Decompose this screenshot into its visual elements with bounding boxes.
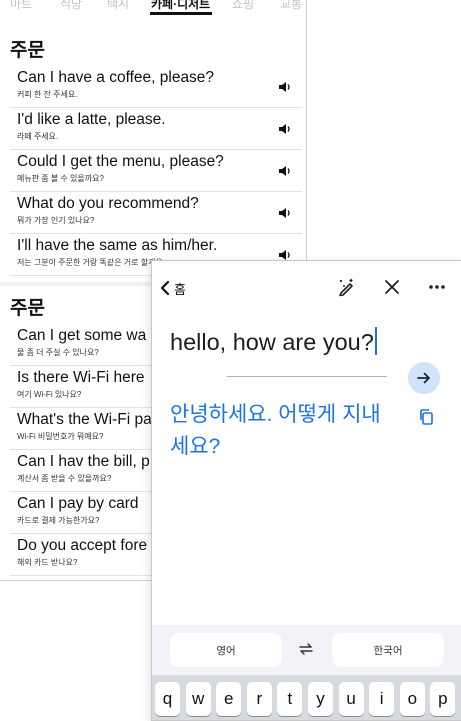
- tab-shopping[interactable]: 쇼핑: [232, 0, 254, 12]
- phrase-item[interactable]: Could I get the menu, please? 메뉴판 좀 볼 수 있…: [10, 150, 302, 192]
- speaker-button[interactable]: [278, 80, 292, 92]
- swap-arrows-icon: [299, 643, 313, 655]
- key-w[interactable]: w: [185, 682, 211, 716]
- speaker-button[interactable]: [278, 248, 292, 260]
- speaker-icon: [279, 124, 290, 134]
- phrase-korean: 카드로 결제 가능한가요?: [17, 516, 100, 525]
- key-e[interactable]: e: [216, 682, 242, 716]
- phrase-korean: 계산서 좀 받을 수 있을까요?: [17, 474, 112, 483]
- phrase-english: Could I get the menu, please?: [17, 153, 224, 170]
- tab-transport[interactable]: 교통: [280, 0, 302, 12]
- close-icon: [385, 280, 399, 294]
- phrase-english: What do you recommend?: [17, 195, 199, 212]
- back-button[interactable]: 홈: [158, 277, 186, 299]
- category-tabs: 마트 식당 택시 카페·디저트 쇼핑 교통: [0, 0, 306, 15]
- on-screen-keyboard: qwertyuiop: [152, 675, 461, 720]
- phrase-english: Can I hav the bill, p: [17, 453, 150, 470]
- source-text-input[interactable]: hello, how are you?: [170, 327, 377, 356]
- key-t[interactable]: t: [277, 682, 303, 716]
- more-button[interactable]: [426, 276, 448, 298]
- key-o[interactable]: o: [399, 682, 425, 716]
- speaker-icon: [279, 82, 290, 92]
- translate-button[interactable]: [408, 362, 440, 394]
- source-text: hello, how are you?: [170, 329, 374, 355]
- phrase-english: Can I have a coffee, please?: [17, 69, 215, 86]
- speaker-button[interactable]: [278, 164, 292, 176]
- phrase-korean: 뭐가 가장 인기 있나요?: [17, 216, 95, 225]
- key-p[interactable]: p: [430, 682, 456, 716]
- phrase-item[interactable]: What do you recommend? 뭐가 가장 인기 있나요?: [10, 192, 302, 234]
- key-r[interactable]: r: [246, 682, 272, 716]
- close-button[interactable]: [381, 276, 403, 298]
- tab-taxi[interactable]: 택시: [107, 0, 129, 12]
- back-label: 홈: [174, 281, 186, 297]
- phrase-korean: 물 좀 더 주실 수 있나요?: [17, 348, 99, 357]
- swap-languages-button[interactable]: [296, 639, 316, 659]
- phrase-korean: 메뉴판 좀 볼 수 있을까요?: [17, 174, 104, 183]
- phrase-korean: 해외 카드 받나요?: [17, 558, 78, 567]
- tab-mart[interactable]: 마트: [10, 0, 32, 12]
- phrase-item[interactable]: I'd like a latte, please. 라떼 주세요.: [10, 108, 302, 150]
- phrase-english: Do you accept fore: [17, 537, 148, 554]
- input-separator: [227, 376, 387, 377]
- speaker-button[interactable]: [278, 122, 292, 134]
- section-title: 주문: [10, 40, 45, 61]
- phrase-english: I'll have the same as him/her.: [17, 237, 218, 254]
- tab-cafe-dessert[interactable]: 카페·디저트: [151, 0, 210, 12]
- key-y[interactable]: y: [308, 682, 333, 716]
- copy-icon: [420, 409, 433, 425]
- translated-text: 안녕하세요. 어떻게 지내세요?: [170, 403, 381, 458]
- more-icon: [429, 285, 445, 289]
- translator-header: 홈: [152, 261, 461, 311]
- active-tab-indicator: [150, 12, 212, 15]
- pen-sparkle-icon: [339, 279, 353, 297]
- key-u[interactable]: u: [338, 682, 364, 716]
- language-bar: 영어 한국어: [152, 625, 461, 675]
- translator-panel: 홈 hello, how are you? 안녕하세요. 어떻게 지내세요? 영…: [151, 260, 461, 721]
- phrase-korean: Wi-Fi 비밀번호가 뭐예요?: [17, 432, 104, 441]
- source-language-button[interactable]: 영어: [170, 633, 282, 667]
- speaker-icon: [279, 166, 290, 176]
- key-q[interactable]: q: [155, 682, 180, 716]
- speaker-button[interactable]: [278, 206, 292, 218]
- phrase-korean: 라떼 주세요.: [17, 132, 59, 141]
- copy-button[interactable]: [418, 408, 434, 426]
- phrase-english: I'd like a latte, please.: [17, 111, 166, 128]
- phrase-korean: 커피 한 잔 주세요.: [17, 90, 78, 99]
- pen-sparkle-button[interactable]: [336, 276, 358, 298]
- phrase-korean: 저는 그분이 주문한 거랑 똑같은 거로 할게요.: [17, 258, 166, 267]
- phrase-list: Can I have a coffee, please? 커피 한 잔 주세요. I…: [10, 66, 302, 276]
- chevron-left-icon: [160, 280, 170, 296]
- key-i[interactable]: i: [369, 682, 395, 716]
- phrase-item[interactable]: Can I have a coffee, please? 커피 한 잔 주세요.: [10, 66, 302, 108]
- tab-restaurant[interactable]: 식당: [60, 0, 82, 12]
- target-language-button[interactable]: 한국어: [332, 633, 444, 667]
- phrase-english: Can I get some wa: [17, 327, 147, 344]
- phrase-english: Is there Wi-Fi here: [17, 369, 145, 386]
- text-caret: [374, 327, 377, 355]
- phrase-english: Can I pay by card: [17, 495, 139, 512]
- speaker-icon: [279, 208, 290, 218]
- phrase-english: What's the Wi-Fi pa: [17, 411, 152, 428]
- section-title: 주문: [10, 298, 45, 319]
- phrase-korean: 여기 Wi-Fi 있나요?: [17, 390, 82, 399]
- arrow-right-icon: [417, 372, 430, 384]
